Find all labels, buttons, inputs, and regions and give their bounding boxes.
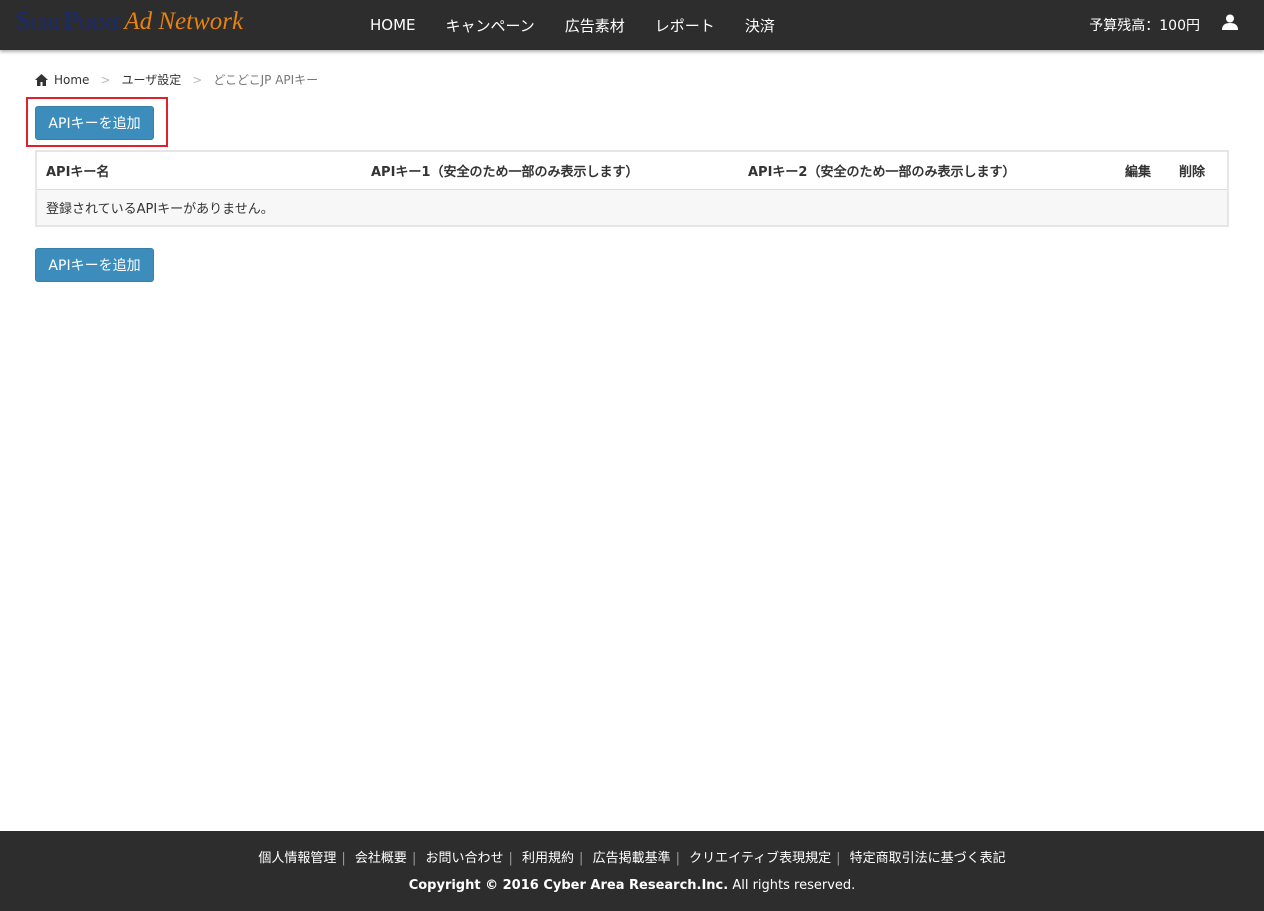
main-menu: HOME キャンペーン 広告素材 レポート 決済: [355, 0, 790, 50]
add-api-key-button-bottom[interactable]: APIキーを追加: [35, 248, 154, 282]
col-edit: 編集: [1116, 151, 1170, 190]
footer: 個人情報管理 | 会社概要 | お問い合わせ | 利用規約 | 広告掲載基準 | クリエイ…: [0, 831, 1264, 911]
footer-link-terms[interactable]: 利用規約: [522, 851, 574, 866]
breadcrumb-home[interactable]: Home: [54, 73, 89, 87]
col-key2: APIキー2（安全のため一部のみ表示します）: [739, 151, 1116, 190]
logo[interactable]: SurfPoint Ad Network: [16, 6, 243, 42]
table-header-row: APIキー名 APIキー1（安全のため一部のみ表示します） APIキー2（安全の…: [36, 151, 1228, 190]
table-row: 登録されているAPIキーがありません。: [36, 189, 1228, 226]
breadcrumb-separator: >: [192, 72, 203, 87]
nav-home[interactable]: HOME: [355, 16, 431, 34]
nav-report[interactable]: レポート: [640, 15, 730, 36]
logo-subtext: Ad Network: [124, 8, 244, 35]
col-key-name: APIキー名: [36, 151, 362, 190]
footer-link-contact[interactable]: お問い合わせ: [425, 851, 503, 866]
footer-link-ad-standards[interactable]: 広告掲載基準: [593, 851, 671, 866]
breadcrumb: Home > ユーザ設定 > どこどこJP APIキー: [35, 71, 318, 88]
nav-payment[interactable]: 決済: [730, 15, 790, 36]
breadcrumb-user-settings[interactable]: ユーザ設定: [122, 71, 182, 88]
home-icon: [35, 73, 48, 86]
copyright-owner: Copyright © 2016 Cyber Area Research.Inc…: [408, 878, 729, 893]
user-icon[interactable]: [1222, 14, 1238, 30]
api-key-table: APIキー名 APIキー1（安全のため一部のみ表示します） APIキー2（安全の…: [35, 150, 1229, 227]
logo-text: SurfPoint: [16, 6, 121, 35]
footer-link-privacy[interactable]: 個人情報管理: [258, 851, 336, 866]
copyright: Copyright © 2016 Cyber Area Research.Inc…: [0, 878, 1264, 893]
breadcrumb-separator: >: [100, 72, 111, 87]
add-api-key-button-top[interactable]: APIキーを追加: [35, 106, 154, 140]
nav-campaign[interactable]: キャンペーン: [431, 15, 550, 36]
breadcrumb-current: どこどこJP APIキー: [213, 73, 319, 87]
col-key1: APIキー1（安全のため一部のみ表示します）: [362, 151, 739, 190]
empty-message: 登録されているAPIキーがありません。: [36, 189, 1228, 226]
col-delete: 削除: [1170, 151, 1228, 190]
footer-link-commerce-law[interactable]: 特定商取引法に基づく表記: [850, 851, 1006, 866]
footer-link-company[interactable]: 会社概要: [355, 851, 407, 866]
footer-links: 個人情報管理 | 会社概要 | お問い合わせ | 利用規約 | 広告掲載基準 | クリエイ…: [258, 851, 1006, 866]
top-navbar: SurfPoint Ad Network HOME キャンペーン 広告素材 レポ…: [0, 0, 1264, 50]
copyright-rights: All rights reserved.: [728, 878, 856, 893]
budget-balance: 予算残高：100円: [1089, 18, 1200, 34]
nav-creatives[interactable]: 広告素材: [550, 15, 640, 36]
footer-link-creative-rules[interactable]: クリエイティブ表現規定: [689, 851, 831, 866]
